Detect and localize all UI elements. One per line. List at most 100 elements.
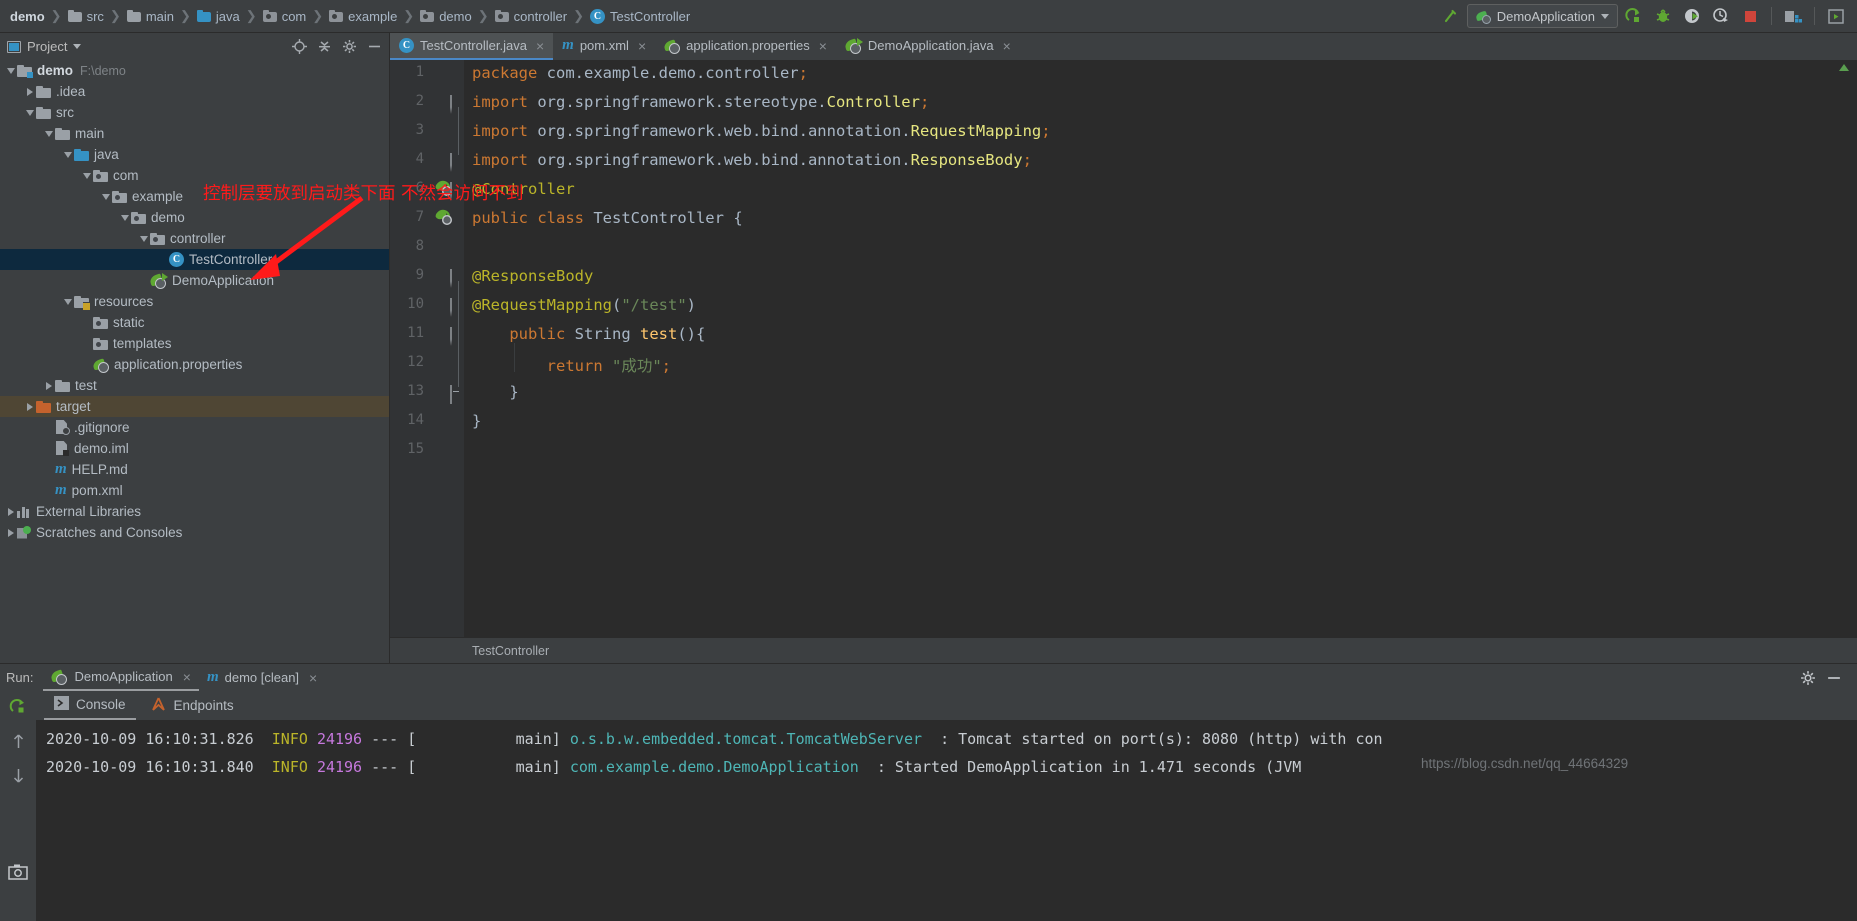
run-with-coverage-icon[interactable]: [1679, 4, 1705, 28]
tree-item-templates[interactable]: templates: [0, 333, 389, 354]
close-icon[interactable]: ×: [536, 38, 544, 54]
tree-expand-toggle[interactable]: [23, 87, 36, 96]
tree-expand-toggle[interactable]: [80, 172, 93, 179]
editor-gutter[interactable]: 1 2 3 4 6 7 8 9 10 11 12 13 14 15: [390, 60, 464, 637]
breadcrumb-item-src[interactable]: src: [64, 0, 108, 32]
profiler-icon[interactable]: [1708, 4, 1734, 28]
tree-item-pom-xml[interactable]: m pom.xml: [0, 480, 389, 501]
camera-icon[interactable]: [8, 863, 28, 886]
close-icon[interactable]: ×: [638, 38, 646, 54]
code-text-area[interactable]: package com.example.demo.controller; impo…: [464, 60, 1857, 637]
run-gutter-icon[interactable]: [435, 208, 453, 226]
tree-item-testcontroller[interactable]: C TestController: [0, 249, 389, 270]
search-everywhere-icon[interactable]: [1823, 4, 1849, 28]
editor-tab-bar[interactable]: C TestController.java × m pom.xml × applicatio…: [390, 33, 1857, 60]
breadcrumb-item-testcontroller[interactable]: C TestController: [586, 0, 694, 32]
breadcrumb-item-example[interactable]: example: [325, 0, 401, 32]
code-fold-toggle[interactable]: [450, 385, 461, 404]
tree-item-test[interactable]: test: [0, 375, 389, 396]
tree-item-resources[interactable]: resources: [0, 291, 389, 312]
tree-expand-toggle[interactable]: [4, 67, 17, 74]
code-editor[interactable]: 1 2 3 4 6 7 8 9 10 11 12 13 14 15 package com.example…: [390, 60, 1857, 637]
tree-expand-toggle[interactable]: [61, 151, 74, 158]
tree-item--gitignore[interactable]: .gitignore: [0, 417, 389, 438]
run-tab-demoapplication[interactable]: DemoApplication ×: [43, 664, 199, 691]
tree-item--idea[interactable]: .idea: [0, 81, 389, 102]
build-hammer-icon[interactable]: [1438, 4, 1464, 28]
tree-item-controller[interactable]: controller: [0, 228, 389, 249]
chevron-down-icon[interactable]: [1601, 13, 1609, 19]
tree-item-demoapplication[interactable]: DemoApplication: [0, 270, 389, 291]
tree-item-target[interactable]: target: [0, 396, 389, 417]
tree-expand-toggle[interactable]: [4, 528, 17, 537]
chevron-down-icon: [63, 298, 72, 305]
tree-item-help-md[interactable]: m HELP.md: [0, 459, 389, 480]
tree-item-main[interactable]: main: [0, 123, 389, 144]
run-subtab-console[interactable]: Console: [44, 691, 136, 720]
editor-tab-application-properties[interactable]: application.properties ×: [655, 33, 836, 60]
breadcrumb[interactable]: demo ❯ src ❯ main ❯ java ❯ com ❯ example ❯ demo ❯ cont…: [6, 0, 694, 32]
tree-item-demo[interactable]: demo F:\demo: [0, 60, 389, 81]
project-tree[interactable]: demo F:\demo .idea src main java com example dem…: [0, 60, 389, 663]
close-icon[interactable]: ×: [183, 669, 191, 685]
run-icon[interactable]: [1621, 4, 1647, 28]
locate-icon[interactable]: [291, 39, 307, 55]
tree-expand-toggle[interactable]: [42, 381, 55, 390]
breadcrumb-item-controller[interactable]: controller: [491, 0, 571, 32]
breadcrumb-item-main[interactable]: main: [123, 0, 178, 32]
tree-item-application-properties[interactable]: application.properties: [0, 354, 389, 375]
stop-icon[interactable]: [1737, 4, 1763, 28]
breadcrumb-item-demo[interactable]: demo: [416, 0, 476, 32]
tree-item-demo-iml[interactable]: demo.iml: [0, 438, 389, 459]
breadcrumb-item-java[interactable]: java: [193, 0, 244, 32]
run-panel-header: Run: DemoApplication × m demo [clean] ×: [0, 664, 1857, 691]
chevron-down-icon[interactable]: [73, 44, 82, 49]
tree-item-java[interactable]: java: [0, 144, 389, 165]
tree-expand-toggle[interactable]: [99, 193, 112, 200]
editor-tab-pom-xml[interactable]: m pom.xml ×: [553, 33, 655, 60]
settings-gear-icon[interactable]: [1800, 670, 1816, 686]
debug-icon[interactable]: [1650, 4, 1676, 28]
tree-expand-toggle[interactable]: [23, 109, 36, 116]
run-tabs[interactable]: DemoApplication × m demo [clean] ×: [43, 664, 325, 691]
hide-panel-icon[interactable]: [1826, 670, 1842, 686]
breadcrumb-item-demo[interactable]: demo: [6, 0, 49, 32]
tree-item-src[interactable]: src: [0, 102, 389, 123]
editor-tab-testcontroller-java[interactable]: C TestController.java ×: [390, 33, 554, 60]
code-fold-toggle[interactable]: [450, 298, 461, 317]
code-fold-toggle[interactable]: [450, 327, 461, 346]
editor-tab-demoapplication-java[interactable]: DemoApplication.java ×: [836, 33, 1020, 60]
tree-expand-toggle[interactable]: [61, 298, 74, 305]
breadcrumb-item-com[interactable]: com: [259, 0, 311, 32]
inspection-status-icon[interactable]: [1839, 64, 1849, 71]
tree-item-scratches-and-consoles[interactable]: Scratches and Consoles: [0, 522, 389, 543]
line-number: 14: [407, 412, 424, 428]
settings-gear-icon[interactable]: [341, 39, 357, 55]
tree-item-demo[interactable]: demo: [0, 207, 389, 228]
run-subtab-endpoints[interactable]: Endpoints: [140, 691, 244, 720]
rerun-icon[interactable]: [9, 697, 28, 721]
chevron-right-icon: [26, 402, 33, 411]
hide-panel-icon[interactable]: [366, 39, 382, 55]
code-fold-toggle[interactable]: [450, 269, 461, 288]
run-subtabs[interactable]: Console Endpoints: [36, 691, 1857, 720]
tree-expand-toggle[interactable]: [42, 130, 55, 137]
tree-item-external-libraries[interactable]: External Libraries: [0, 501, 389, 522]
code-fold-toggle[interactable]: [450, 95, 461, 114]
run-configuration-selector[interactable]: DemoApplication: [1466, 4, 1618, 28]
close-icon[interactable]: ×: [1003, 38, 1011, 54]
scroll-up-icon[interactable]: [11, 733, 26, 755]
scroll-down-icon[interactable]: [11, 767, 26, 789]
console-output[interactable]: 2020-10-09 16:10:31.826 INFO 24196 --- […: [36, 720, 1857, 921]
project-structure-icon[interactable]: [1780, 4, 1806, 28]
tree-item-static[interactable]: static: [0, 312, 389, 333]
tree-expand-toggle[interactable]: [118, 214, 131, 221]
tree-expand-toggle[interactable]: [23, 402, 36, 411]
collapse-all-icon[interactable]: [316, 39, 332, 55]
code-fold-toggle[interactable]: [450, 153, 461, 172]
close-icon[interactable]: ×: [819, 38, 827, 54]
tree-expand-toggle[interactable]: [4, 507, 17, 516]
run-tab-demo--clean-[interactable]: m demo [clean] ×: [199, 664, 325, 691]
tree-expand-toggle[interactable]: [137, 235, 150, 242]
close-icon[interactable]: ×: [309, 670, 317, 686]
